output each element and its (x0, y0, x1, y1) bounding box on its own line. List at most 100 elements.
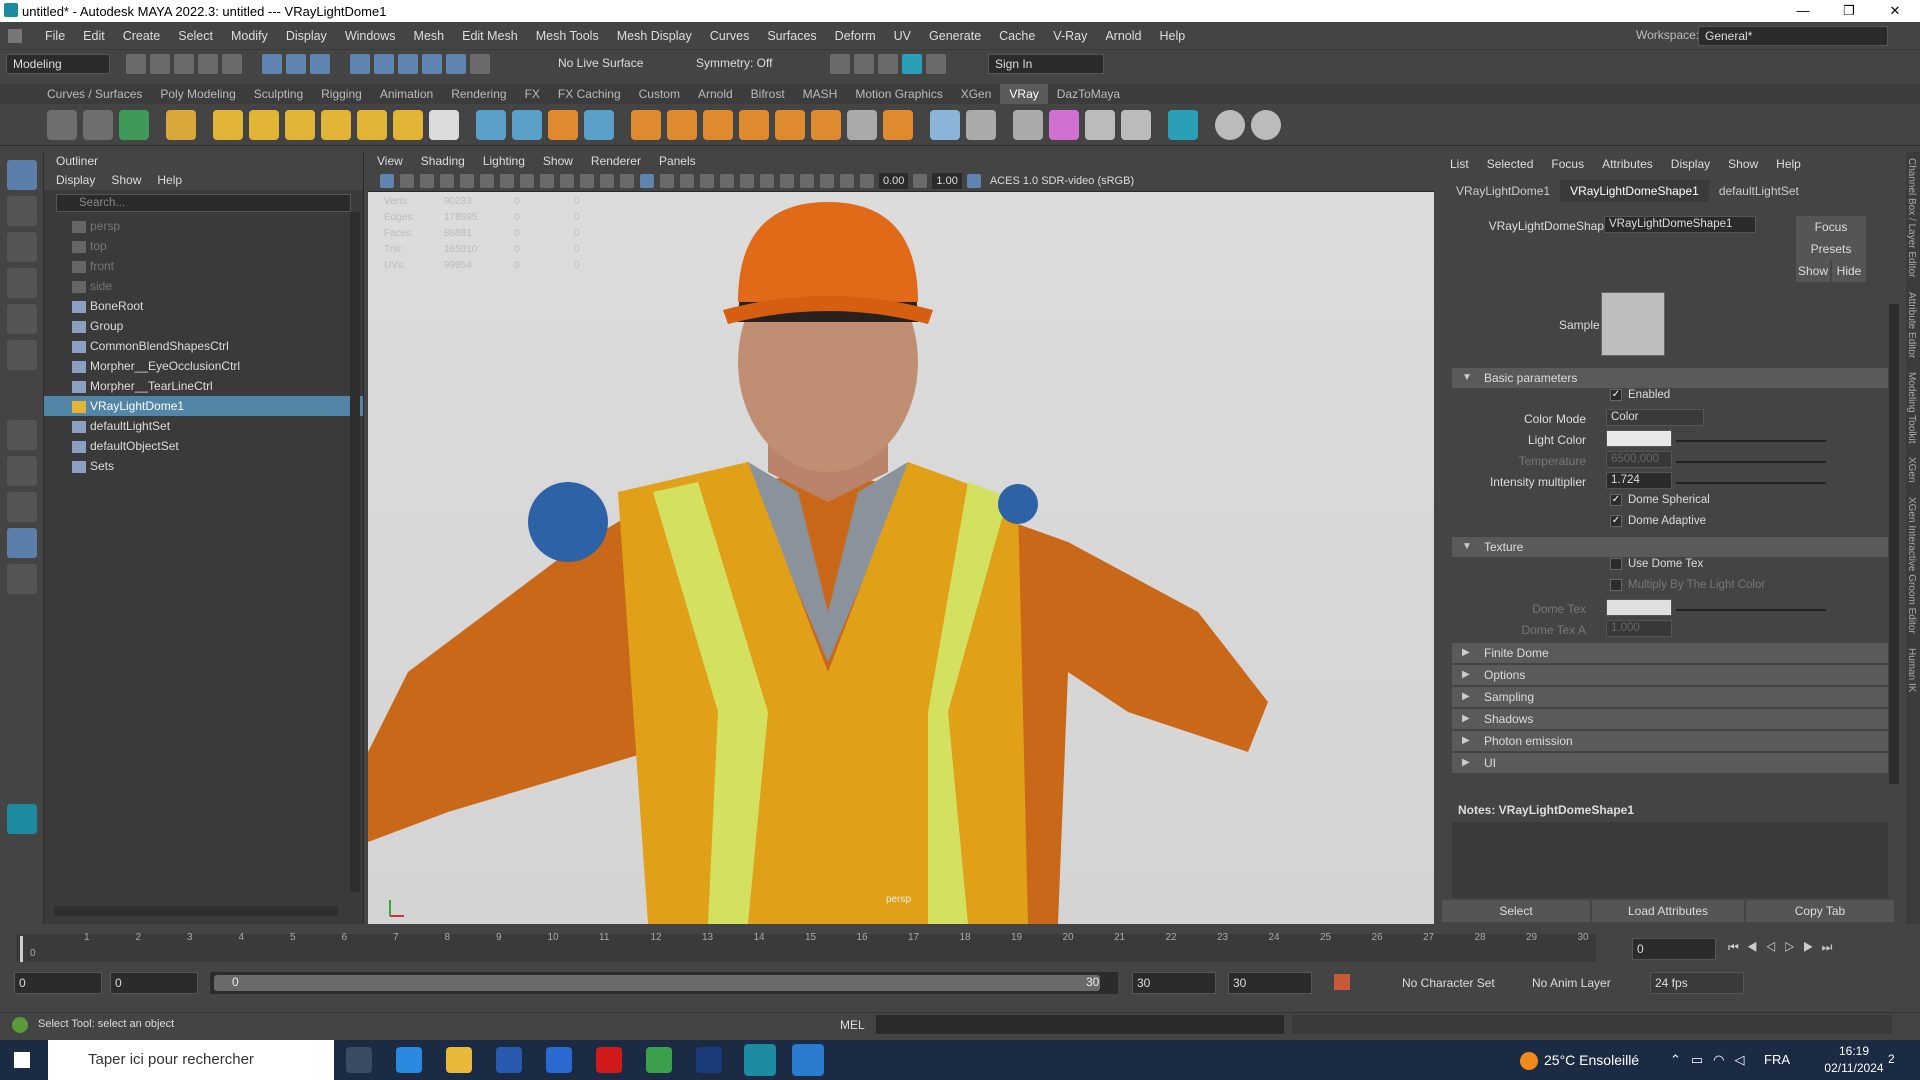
shelf-tab-daztomaya[interactable]: DazToMaya (1048, 84, 1129, 104)
outliner-item[interactable]: side (44, 276, 363, 296)
use-dome-tex-wrap[interactable]: Use Dome Tex (1606, 557, 1703, 574)
outliner-item[interactable]: front (44, 256, 363, 276)
character-set-select[interactable]: No Character Set (1402, 976, 1495, 990)
chrome-icon[interactable] (646, 1047, 672, 1073)
collapsed-section[interactable]: ▶ Options (1452, 665, 1888, 685)
viewport-menu-renderer[interactable]: Renderer (591, 152, 641, 170)
plane-icon[interactable] (429, 109, 459, 140)
settings-gear-icon[interactable] (883, 109, 913, 140)
select-component-icon[interactable] (310, 54, 330, 74)
anti-aliasing-icon[interactable] (780, 173, 794, 188)
viewport-menu-lighting[interactable]: Lighting (483, 152, 525, 170)
outliner-item[interactable]: CommonBlendShapesCtrl (44, 336, 363, 356)
copy-tab-button[interactable]: Copy Tab (1746, 900, 1894, 922)
shelf-tab-mash[interactable]: MASH (794, 84, 847, 104)
taskbar-search[interactable]: Taper ici pour rechercher (48, 1040, 334, 1080)
mail-icon[interactable] (546, 1047, 572, 1073)
task-view-icon[interactable] (346, 1047, 372, 1073)
current-frame-field[interactable]: 0 (1632, 938, 1716, 960)
hide-button[interactable]: Hide (1832, 260, 1866, 282)
show-button[interactable]: Show (1796, 260, 1830, 282)
menu-item-v-ray[interactable]: V-Ray (1044, 22, 1096, 50)
outliner-item[interactable]: BoneRoot (44, 296, 363, 316)
ies-light-icon[interactable] (357, 109, 387, 140)
outliner-layout-icon[interactable] (7, 528, 37, 558)
smooth-shade-icon[interactable] (640, 173, 654, 188)
outliner-item[interactable]: persp (44, 216, 363, 236)
exposure-field[interactable]: 0.00 (879, 172, 909, 189)
file-explorer-icon[interactable] (446, 1047, 472, 1073)
outliner-menu-display[interactable]: Display (56, 173, 95, 187)
playback-controls[interactable]: ⏮◀◁▷▶⏭ (1728, 940, 1840, 955)
shelf-tab-poly-modeling[interactable]: Poly Modeling (151, 84, 244, 104)
menu-item-surfaces[interactable]: Surfaces (758, 22, 825, 50)
maya-taskbar-icon[interactable] (744, 1044, 776, 1076)
dome-light-icon[interactable] (213, 109, 243, 140)
menu-item-select[interactable]: Select (169, 22, 222, 50)
sign-in-button[interactable]: Sign In (988, 54, 1104, 74)
store-icon[interactable] (496, 1047, 522, 1073)
menu-item-mesh-display[interactable]: Mesh Display (608, 22, 701, 50)
color-management-icon[interactable] (966, 173, 981, 188)
weather-text[interactable]: 25°C Ensoleillé (1544, 1052, 1639, 1068)
attribute-tab[interactable]: VRayLightDome1 (1446, 180, 1560, 202)
clock-date[interactable]: 02/11/2024 (1816, 1061, 1892, 1075)
outliner-item[interactable]: defaultLightSet (44, 416, 363, 436)
shelf-tab-xgen[interactable]: XGen (952, 84, 1001, 104)
dome-spherical-checkbox[interactable]: ✓ (1610, 493, 1622, 506)
light-color-swatch[interactable] (1606, 430, 1672, 447)
enabled-checkbox[interactable]: ✓ (1610, 388, 1622, 401)
clock-time[interactable]: 16:19 (1824, 1044, 1884, 1058)
outliner-menu-show[interactable]: Show (111, 173, 141, 187)
redo-icon[interactable] (222, 54, 242, 74)
vray-ipr-icon[interactable] (83, 109, 113, 140)
light-color-slider[interactable] (1676, 440, 1826, 442)
windows-start-icon[interactable] (14, 1052, 30, 1068)
mesh-clipper-icon[interactable] (548, 109, 578, 140)
viewport-scene[interactable]: Verts: 90233 0 0 Edges: 178995 0 0 Faces: 88881 0 0… (368, 192, 1434, 924)
multi-material-icon[interactable] (1085, 109, 1115, 140)
collapsed-section[interactable]: ▶ Shadows (1452, 709, 1888, 729)
outliner-item[interactable]: Morpher__TearLineCtrl (44, 376, 363, 396)
dome-adaptive-wrap[interactable]: ✓ Dome Adaptive (1606, 514, 1706, 531)
chaos-cosmos-icon[interactable] (1121, 109, 1151, 140)
anim-end-field[interactable]: 30 (1132, 972, 1216, 994)
new-scene-icon[interactable] (126, 54, 146, 74)
scatter-icon[interactable] (703, 109, 733, 140)
snap-curve-icon[interactable] (374, 54, 394, 74)
shelf-tab-animation[interactable]: Animation (371, 84, 442, 104)
rotate-tool-icon[interactable] (7, 304, 37, 334)
hypershade-icon[interactable] (902, 54, 922, 74)
viewport-menu-show[interactable]: Show (543, 152, 573, 170)
shelf-tab-fx-caching[interactable]: FX Caching (549, 84, 630, 104)
viewport-menu-shading[interactable]: Shading (421, 152, 465, 170)
lasso-tool-icon[interactable] (7, 196, 37, 226)
grid-toggle-icon[interactable] (500, 173, 514, 188)
shelf-tab-sculpting[interactable]: Sculpting (245, 84, 312, 104)
color-mode-select[interactable]: Color (1606, 409, 1704, 426)
time-slider[interactable]: 0 1 2 3 4 5 6 7 8 9 10 11 12 13 14 15 16 17 18 19 20 21 22 23 2… (0, 928, 1920, 968)
anim-layer-select[interactable]: No Anim Layer (1532, 976, 1611, 990)
field-chart-icon[interactable] (580, 173, 594, 188)
side-tab[interactable]: Modeling Toolkit (1906, 372, 1917, 444)
dome-adaptive-checkbox[interactable]: ✓ (1610, 514, 1622, 527)
volume-grid-icon[interactable] (584, 109, 614, 140)
menu-item-display[interactable]: Display (277, 22, 336, 50)
vray-render-icon[interactable] (47, 109, 77, 140)
menu-item-generate[interactable]: Generate (920, 22, 990, 50)
vray-logo-icon[interactable] (1251, 109, 1281, 140)
attribute-menu-display[interactable]: Display (1671, 157, 1710, 171)
outliner-item[interactable]: Sets (44, 456, 363, 476)
save-scene-icon[interactable] (174, 54, 194, 74)
side-tab[interactable]: Channel Box / Layer Editor (1906, 158, 1917, 278)
shelf-tab-motion-graphics[interactable]: Motion Graphics (846, 84, 951, 104)
home-icon[interactable] (8, 28, 22, 43)
daz-taskbar-icon[interactable] (792, 1044, 824, 1076)
texture-header[interactable]: ▼ Texture (1452, 537, 1888, 557)
attribute-tab[interactable]: defaultLightSet (1709, 180, 1809, 202)
menu-item-edit-mesh[interactable]: Edit Mesh (453, 22, 527, 50)
opera-icon[interactable] (596, 1047, 622, 1073)
xray-icon[interactable] (820, 173, 834, 188)
attribute-tab[interactable]: VRayLightDomeShape1 (1560, 180, 1709, 202)
attribute-menu-attributes[interactable]: Attributes (1602, 157, 1653, 171)
